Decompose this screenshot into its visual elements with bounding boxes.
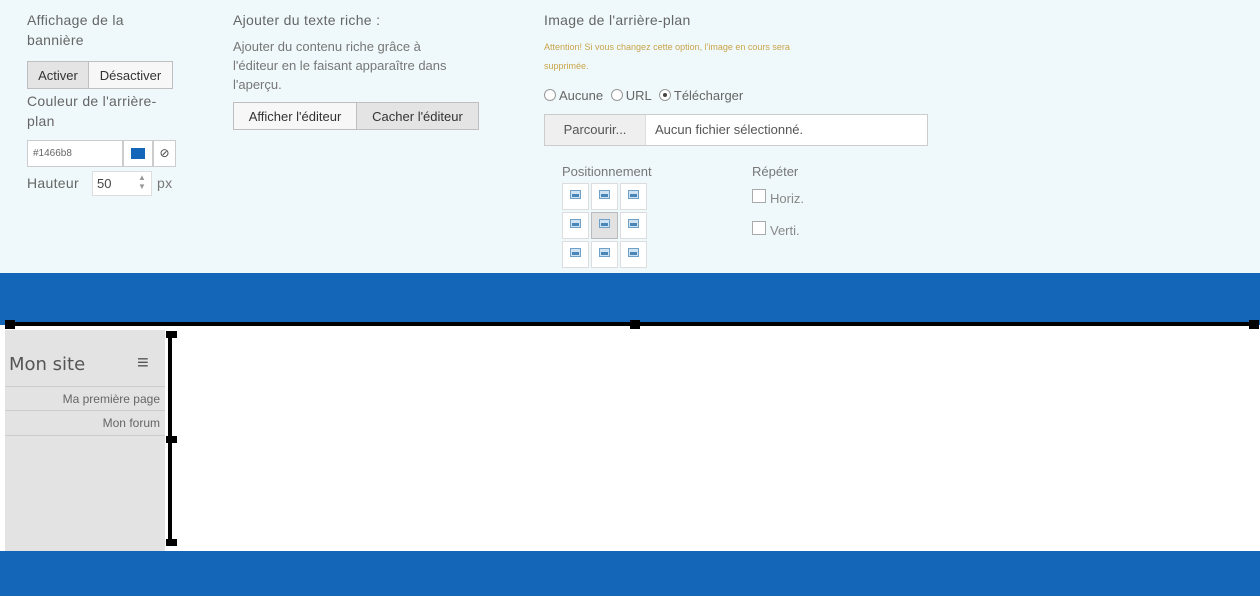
- resize-handle-center[interactable]: [630, 320, 640, 329]
- option-none-label: Aucune: [559, 88, 604, 103]
- banner-display-title: Affichage de la: [27, 12, 124, 28]
- sidebar-handle-bottom[interactable]: [166, 539, 177, 546]
- activate-button[interactable]: Activer: [27, 61, 89, 89]
- nav-link-first-page[interactable]: Ma première page: [5, 386, 165, 411]
- rich-text-desc-3: l'aperçu.: [233, 77, 282, 92]
- repeat-label: Répéter: [752, 164, 799, 179]
- option-upload-label: Télécharger: [673, 88, 744, 103]
- image-icon: [570, 190, 581, 199]
- repeat-horizontal-label: Horiz.: [770, 191, 804, 206]
- bg-image-warning-2: supprimée.: [544, 61, 589, 71]
- image-icon: [599, 190, 610, 199]
- position-top-center[interactable]: [591, 183, 618, 210]
- color-hex-input[interactable]: #1466b8: [27, 140, 123, 167]
- rich-text-title: Ajouter du texte riche :: [233, 12, 381, 28]
- position-bottom-right[interactable]: [620, 241, 647, 268]
- image-icon: [628, 190, 639, 199]
- image-icon: [599, 248, 610, 257]
- site-title: Mon site: [9, 354, 86, 375]
- show-editor-button[interactable]: Afficher l'éditeur: [233, 102, 357, 130]
- bg-image-title: Image de l'arrière-plan: [544, 12, 691, 28]
- footer-preview: [0, 551, 1260, 596]
- hamburger-icon[interactable]: ≡: [137, 352, 149, 375]
- option-upload[interactable]: Télécharger: [658, 88, 744, 103]
- file-input[interactable]: Parcourir... Aucun fichier sélectionné.: [544, 114, 928, 146]
- image-icon: [628, 219, 639, 228]
- height-label: Hauteur: [27, 175, 79, 191]
- bg-image-warning-1: Attention! Si vous changez cette option,…: [544, 42, 790, 52]
- file-status: Aucun fichier sélectionné.: [655, 122, 804, 137]
- deactivate-button[interactable]: Désactiver: [88, 61, 173, 89]
- position-top-left[interactable]: [562, 183, 589, 210]
- resize-handle-right[interactable]: [1249, 320, 1259, 329]
- rich-text-desc-1: Ajouter du contenu riche grâce à: [233, 39, 421, 54]
- image-icon: [570, 248, 581, 257]
- position-bottom-left[interactable]: [562, 241, 589, 268]
- sidebar-preview: Mon site ≡ Ma première page Mon forum: [5, 330, 165, 551]
- browse-button[interactable]: Parcourir...: [545, 115, 646, 145]
- nav-link-forum[interactable]: Mon forum: [5, 411, 165, 436]
- radio-none[interactable]: [544, 89, 556, 101]
- repeat-vertical-label: Verti.: [770, 223, 800, 238]
- height-spinner-icon[interactable]: ▲ ▼: [136, 173, 148, 193]
- option-url[interactable]: URL: [610, 88, 652, 103]
- repeat-horizontal-checkbox[interactable]: [752, 189, 766, 203]
- option-none[interactable]: Aucune: [544, 88, 603, 103]
- position-top-right[interactable]: [620, 183, 647, 210]
- option-url-label: URL: [625, 88, 652, 103]
- radio-upload[interactable]: [658, 89, 671, 101]
- image-icon: [599, 219, 610, 228]
- radio-url[interactable]: [610, 89, 623, 101]
- sidebar-handle-top[interactable]: [166, 331, 177, 338]
- position-middle-right[interactable]: [620, 212, 647, 239]
- banner-preview: [0, 273, 1260, 325]
- sidebar-handle-middle[interactable]: [166, 436, 177, 443]
- positioning-label: Positionnement: [562, 164, 652, 179]
- position-center[interactable]: [591, 212, 618, 239]
- position-grid: [562, 183, 649, 268]
- bg-color-title-2: plan: [27, 113, 55, 129]
- position-bottom-center[interactable]: [591, 241, 618, 268]
- bg-color-title: Couleur de l'arrière-: [27, 93, 157, 109]
- height-unit: px: [157, 175, 173, 191]
- clear-color-icon[interactable]: ⊘: [153, 140, 176, 167]
- position-middle-left[interactable]: [562, 212, 589, 239]
- hide-editor-button[interactable]: Cacher l'éditeur: [356, 102, 479, 130]
- color-swatch: [131, 148, 145, 159]
- color-swatch-button[interactable]: [123, 140, 153, 167]
- resize-handle-left[interactable]: [5, 320, 15, 329]
- rich-text-desc-2: l'éditeur en le faisant apparaître dans: [233, 58, 447, 73]
- image-icon: [570, 219, 581, 228]
- image-icon: [628, 248, 639, 257]
- repeat-vertical-checkbox[interactable]: [752, 221, 766, 235]
- banner-display-title-2: bannière: [27, 32, 84, 48]
- bg-image-options: Aucune URL Télécharger: [544, 88, 743, 103]
- banner-settings-panel: Affichage de la bannière Activer Désacti…: [0, 0, 1260, 273]
